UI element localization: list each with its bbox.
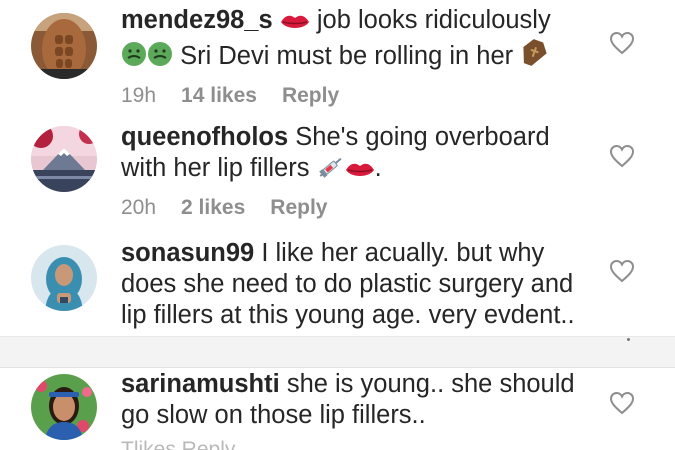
comment-username[interactable]: queenofholos: [121, 123, 288, 151]
comment-username[interactable]: sarinamushti: [121, 370, 280, 398]
heart-outline-icon[interactable]: [609, 391, 635, 415]
reply-button[interactable]: Reply: [270, 196, 327, 219]
comment-username[interactable]: mendez98_s: [121, 6, 273, 34]
avatar[interactable]: [31, 374, 97, 440]
comment-text: .: [374, 154, 382, 182]
heart-outline-icon[interactable]: [609, 31, 635, 55]
comment-time: 19h: [121, 84, 157, 107]
syringe-icon: [317, 155, 345, 187]
comment-username[interactable]: sonasun99: [121, 239, 254, 267]
comments-screen: mendez98_s job looks ridiculously Sri De…: [0, 0, 675, 450]
likes-count[interactable]: 2 likes: [181, 196, 245, 219]
section-divider: [0, 336, 675, 368]
lips-icon: [280, 8, 310, 39]
heart-outline-icon[interactable]: [609, 144, 635, 168]
comment-time: 20h: [121, 196, 157, 219]
comment-body: sonasun99 I like her acually. but why do…: [121, 238, 591, 331]
comment-text: Sri Devi must be rolling in her: [180, 42, 514, 70]
nauseated-face-icon: [147, 41, 173, 75]
divider-dot: [627, 338, 630, 341]
avatar[interactable]: [31, 245, 97, 311]
comment-text: She's going overboard: [295, 123, 550, 151]
comment-item: mendez98_s job looks ridiculously Sri De…: [0, 0, 675, 120]
comment-item: sonasun99 I like her acually. but why do…: [0, 232, 675, 336]
nauseated-face-icon: [121, 41, 147, 75]
comment-text: with her lip fillers: [121, 154, 310, 182]
coffin-icon: [520, 39, 548, 75]
comment-meta: 20h 2 likes Reply: [121, 196, 327, 220]
comment-body: mendez98_s job looks ridiculously Sri De…: [121, 5, 591, 75]
comment-item: queenofholos She's going overboard with …: [0, 120, 675, 232]
avatar[interactable]: [31, 13, 97, 79]
reply-button[interactable]: Reply: [282, 84, 339, 107]
avatar[interactable]: [31, 126, 97, 192]
heart-outline-icon[interactable]: [609, 259, 635, 283]
comment-meta: Tlikes Reply: [121, 438, 236, 450]
comment-meta: 19h 14 likes Reply: [121, 84, 339, 108]
lips-icon: [345, 156, 375, 187]
comment-text: job looks ridiculously: [316, 6, 551, 34]
likes-count[interactable]: 14 likes: [181, 84, 257, 107]
comment-body: queenofholos She's going overboard with …: [121, 122, 591, 187]
comment-item: sarinamushti she is young.. she should g…: [0, 366, 675, 450]
comment-body: sarinamushti she is young.. she should g…: [121, 369, 591, 431]
